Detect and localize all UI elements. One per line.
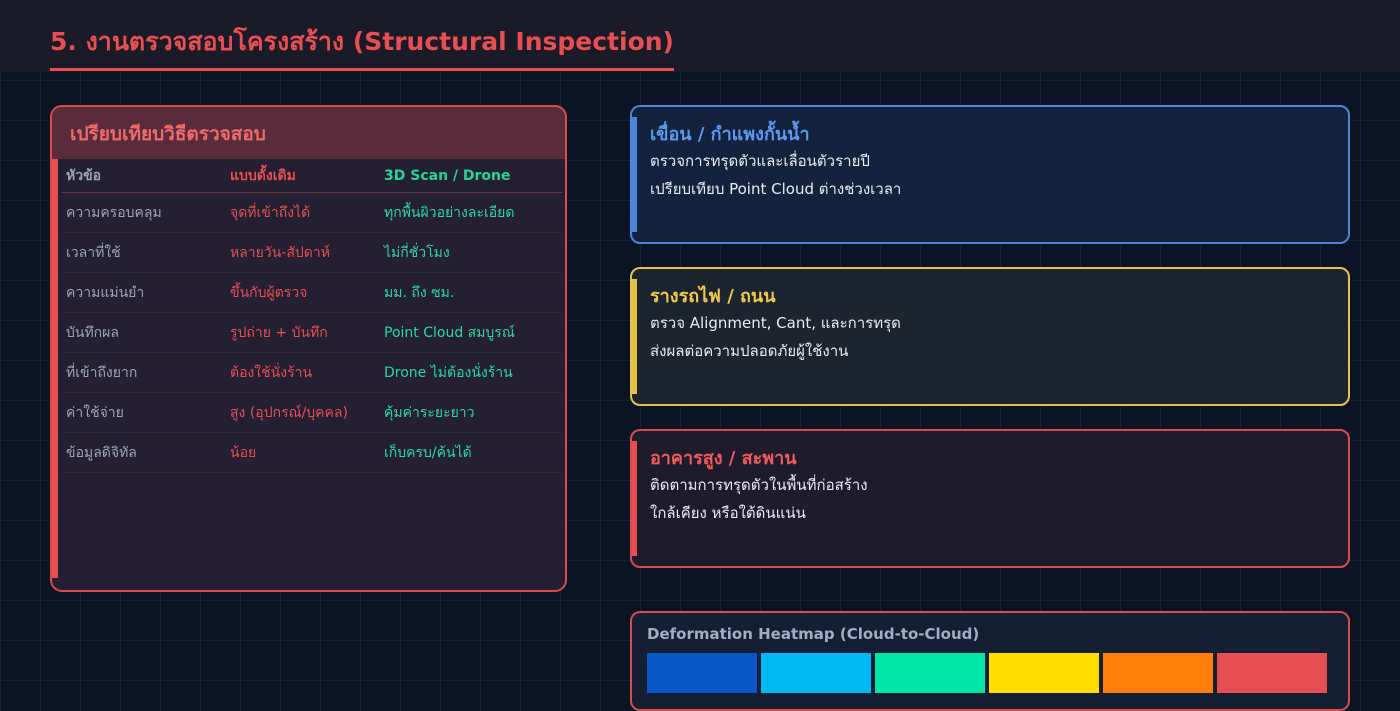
table-row: ข้อมูลดิจิทัล น้อย เก็บครบ/ค้นได้ <box>62 432 562 473</box>
heatmap-swatch <box>1103 653 1213 693</box>
cell-topic: ความแม่นยำ <box>62 272 226 313</box>
heatmap-card: Deformation Heatmap (Cloud-to-Cloud) <box>630 611 1350 711</box>
cell-traditional: รูปถ่าย + บันทึก <box>226 312 380 353</box>
cell-topic: ค่าใช้จ่าย <box>62 392 226 433</box>
heatmap-swatch <box>875 653 985 693</box>
building-line-1: ติดตามการทรุดตัวในพื้นที่ก่อสร้าง <box>650 476 868 494</box>
header-3d-scan: 3D Scan / Drone <box>380 159 562 193</box>
cell-topic: บันทึกผล <box>62 312 226 353</box>
cell-3d-scan: มม. ถึง ซม. <box>380 272 562 313</box>
heatmap-swatch <box>647 653 757 693</box>
cell-traditional: น้อย <box>226 432 380 473</box>
cell-traditional: จุดที่เข้าถึงได้ <box>226 192 380 233</box>
cell-traditional: สูง (อุปกรณ์/บุคคล) <box>226 392 380 433</box>
cell-traditional: ต้องใช้นั่งร้าน <box>226 352 380 393</box>
dam-accent-bar <box>632 117 637 232</box>
cell-3d-scan: ไม่กี่ชั่วโมง <box>380 232 562 273</box>
cell-topic: เวลาที่ใช้ <box>62 232 226 273</box>
building-card: อาคารสูง / สะพาน ติดตามการทรุดตัวในพื้นท… <box>630 429 1350 568</box>
cell-3d-scan: Drone ไม่ต้องนั่งร้าน <box>380 352 562 393</box>
comparison-card: เปรียบเทียบวิธีตรวจสอบ หัวข้อ แบบดั้งเดิ… <box>50 105 567 592</box>
rail-title: รางรถไฟ / ถนน <box>650 286 776 307</box>
cell-3d-scan: คุ้มค่าระยะยาว <box>380 392 562 433</box>
heatmap-color-scale <box>647 653 1327 693</box>
heatmap-swatch <box>761 653 871 693</box>
cell-3d-scan: Point Cloud สมบูรณ์ <box>380 312 562 353</box>
cell-topic: ที่เข้าถึงยาก <box>62 352 226 393</box>
comparison-accent-bar <box>52 159 58 578</box>
cell-traditional: ขึ้นกับผู้ตรวจ <box>226 272 380 313</box>
table-header-row: หัวข้อ แบบดั้งเดิม 3D Scan / Drone <box>62 159 562 193</box>
comparison-title: เปรียบเทียบวิธีตรวจสอบ <box>52 107 565 159</box>
dam-line-1: ตรวจการทรุดตัวและเลื่อนตัวรายปี <box>650 152 870 170</box>
cell-traditional: หลายวัน-สัปดาห์ <box>226 232 380 273</box>
comparison-table: หัวข้อ แบบดั้งเดิม 3D Scan / Drone ความค… <box>62 159 562 473</box>
cell-topic: ความครอบคลุม <box>62 192 226 233</box>
building-line-2: ใกล้เคียง หรือใต้ดินแน่น <box>650 504 806 522</box>
building-title: อาคารสูง / สะพาน <box>650 448 797 469</box>
table-row: ค่าใช้จ่าย สูง (อุปกรณ์/บุคคล) คุ้มค่าระ… <box>62 392 562 433</box>
rail-accent-bar <box>632 279 637 394</box>
dam-line-2: เปรียบเทียบ Point Cloud ต่างช่วงเวลา <box>650 180 902 198</box>
page-header: 5. งานตรวจสอบโครงสร้าง (Structural Inspe… <box>0 0 1400 72</box>
dam-card: เขื่อน / กำแพงกั้นน้ำ ตรวจการทรุดตัวและเ… <box>630 105 1350 244</box>
cell-topic: ข้อมูลดิจิทัล <box>62 432 226 473</box>
table-row: บันทึกผล รูปถ่าย + บันทึก Point Cloud สม… <box>62 312 562 353</box>
heatmap-swatch <box>989 653 1099 693</box>
heatmap-swatch <box>1217 653 1327 693</box>
table-row: เวลาที่ใช้ หลายวัน-สัปดาห์ ไม่กี่ชั่วโมง <box>62 232 562 273</box>
dam-title: เขื่อน / กำแพงกั้นน้ำ <box>650 124 810 145</box>
table-row: ความครอบคลุม จุดที่เข้าถึงได้ ทุกพื้นผิว… <box>62 192 562 233</box>
table-row: ที่เข้าถึงยาก ต้องใช้นั่งร้าน Drone ไม่ต… <box>62 352 562 393</box>
building-accent-bar <box>632 441 637 556</box>
rail-line-2: ส่งผลต่อความปลอดภัยผู้ใช้งาน <box>650 342 849 360</box>
header-topic: หัวข้อ <box>62 159 226 193</box>
cell-3d-scan: ทุกพื้นผิวอย่างละเอียด <box>380 192 562 233</box>
rail-line-1: ตรวจ Alignment, Cant, และการทรุด <box>650 314 901 332</box>
header-traditional: แบบดั้งเดิม <box>226 159 380 193</box>
cell-3d-scan: เก็บครบ/ค้นได้ <box>380 432 562 473</box>
page-title: 5. งานตรวจสอบโครงสร้าง (Structural Inspe… <box>50 22 674 71</box>
rail-card: รางรถไฟ / ถนน ตรวจ Alignment, Cant, และก… <box>630 267 1350 406</box>
heatmap-title: Deformation Heatmap (Cloud-to-Cloud) <box>647 625 980 643</box>
table-row: ความแม่นยำ ขึ้นกับผู้ตรวจ มม. ถึง ซม. <box>62 272 562 313</box>
